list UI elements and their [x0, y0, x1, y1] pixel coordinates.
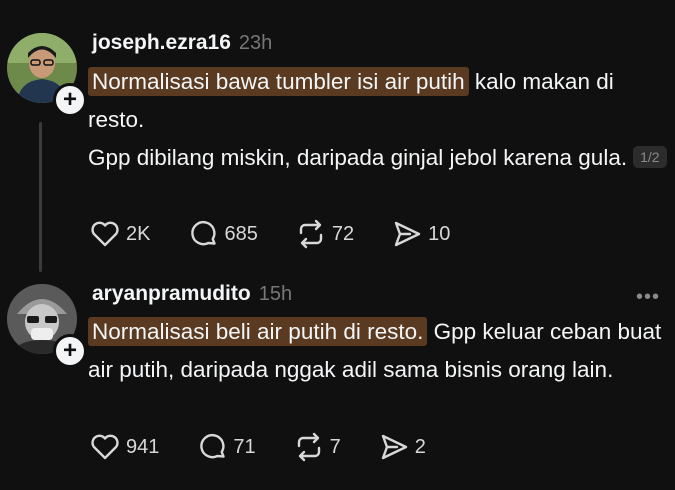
- repost-count: 72: [331, 222, 355, 245]
- timestamp: 23h: [238, 32, 273, 54]
- action-bar: 941 71 7 2: [90, 432, 426, 462]
- paragraph-2-text: Gpp dibilang miskin, daripada ginjal jeb…: [88, 145, 628, 170]
- heart-icon: [91, 221, 119, 247]
- highlighted-text: Normalisasi beli air putih di resto.: [88, 317, 428, 346]
- more-options-button[interactable]: •••: [636, 286, 660, 309]
- post-text: Normalisasi bawa tumbler isi air putih k…: [88, 63, 668, 177]
- share-button[interactable]: 2: [379, 433, 426, 461]
- like-count: 941: [126, 435, 160, 458]
- repost-icon: [299, 219, 323, 249]
- send-icon: [394, 221, 421, 247]
- comment-icon: [200, 434, 226, 459]
- reply-count: 685: [224, 222, 258, 245]
- follow-button[interactable]: +: [53, 334, 87, 368]
- paragraph-1: Normalisasi beli air putih di resto. Gpp…: [88, 313, 668, 389]
- reply-button[interactable]: 685: [188, 219, 258, 249]
- page-badge[interactable]: 1/2: [633, 146, 667, 168]
- post-text: Normalisasi beli air putih di resto. Gpp…: [88, 313, 668, 389]
- share-button[interactable]: 10: [392, 220, 450, 248]
- paragraph-2: Gpp dibilang miskin, daripada ginjal jeb…: [88, 139, 668, 177]
- share-count: 2: [414, 435, 426, 458]
- send-icon: [381, 434, 407, 460]
- avatar-wrap: +: [7, 33, 87, 117]
- username[interactable]: joseph.ezra16: [92, 31, 231, 55]
- repost-count: 7: [329, 435, 341, 458]
- highlighted-text: Normalisasi bawa tumbler isi air putih: [88, 67, 469, 96]
- like-count: 2K: [126, 222, 151, 245]
- timestamp: 15h: [258, 283, 293, 305]
- share-count: 10: [428, 222, 451, 245]
- username[interactable]: aryanpramudito: [92, 282, 251, 306]
- repost-icon: [297, 432, 320, 462]
- paragraph-1: Normalisasi bawa tumbler isi air putih k…: [88, 63, 668, 139]
- repost-button[interactable]: 7: [294, 432, 341, 462]
- like-button[interactable]: 941: [90, 433, 159, 461]
- reply-button[interactable]: 71: [197, 432, 256, 462]
- follow-button[interactable]: +: [53, 83, 87, 117]
- like-button[interactable]: 2K: [90, 220, 150, 248]
- avatar-wrap: +: [7, 284, 87, 368]
- more-horizontal-icon: •••: [635, 286, 660, 308]
- repost-button[interactable]: 72: [296, 219, 354, 249]
- comment-icon: [191, 221, 217, 246]
- thread-line: [39, 122, 42, 272]
- action-bar: 2K 685 72 10: [90, 219, 450, 249]
- post-header: aryanpramudito 15h: [92, 282, 292, 306]
- heart-icon: [91, 434, 119, 460]
- post-header: joseph.ezra16 23h: [92, 31, 272, 55]
- reply-count: 71: [233, 435, 256, 458]
